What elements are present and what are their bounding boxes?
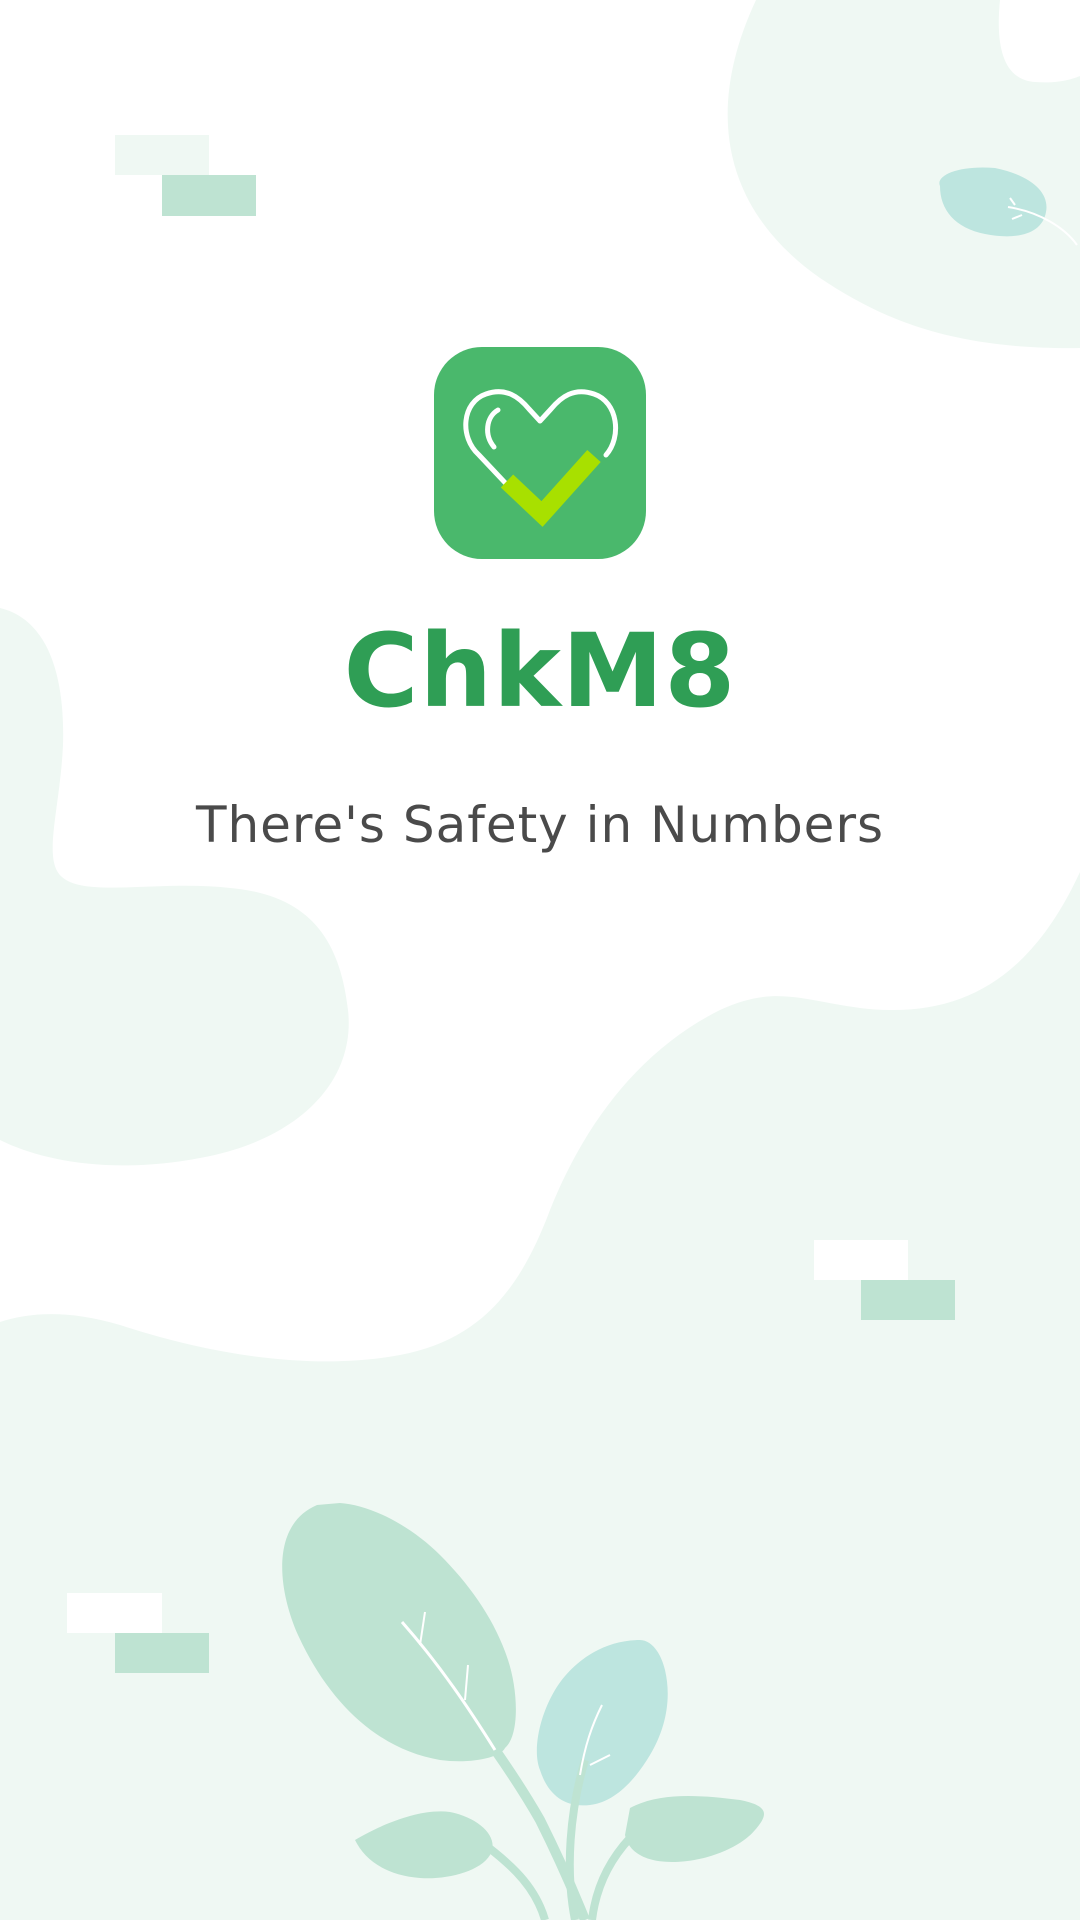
square-deco bbox=[67, 1593, 162, 1633]
top-right-blob bbox=[727, 0, 1080, 349]
app-icon bbox=[434, 347, 646, 559]
background-decoration bbox=[0, 0, 1080, 1920]
square-deco bbox=[861, 1280, 955, 1320]
square-deco bbox=[814, 1240, 908, 1280]
splash-screen: ChkM8 There's Safety in Numbers bbox=[0, 0, 1080, 1920]
heart-check-icon bbox=[463, 389, 619, 527]
tagline: There's Safety in Numbers bbox=[195, 796, 885, 854]
square-deco bbox=[115, 135, 209, 175]
square-deco bbox=[115, 1633, 209, 1673]
app-name: ChkM8 bbox=[343, 612, 737, 731]
square-deco bbox=[162, 175, 256, 216]
